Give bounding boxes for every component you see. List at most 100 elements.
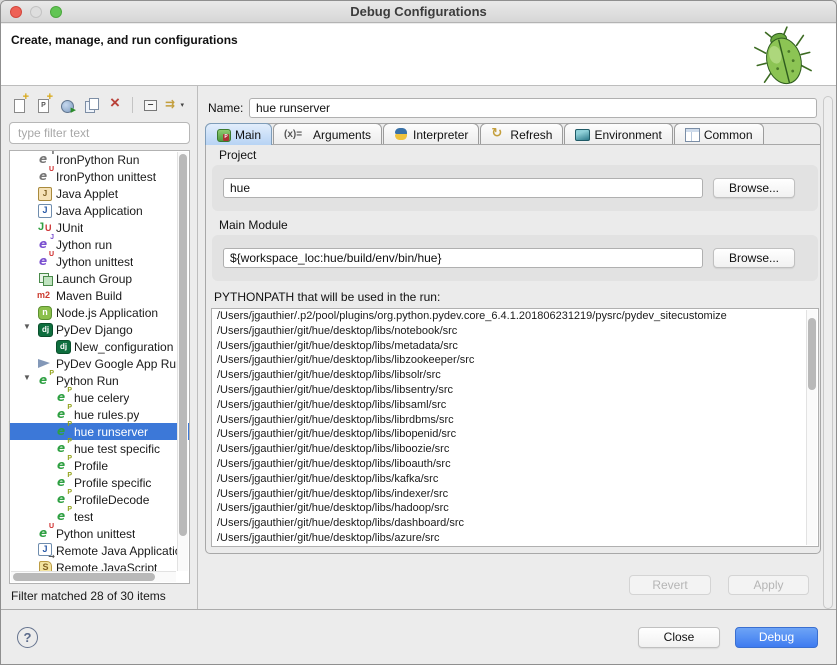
tree-item-test[interactable]: test — [10, 508, 189, 525]
tree-item-jython-unittest[interactable]: Jython unittest — [10, 253, 189, 270]
tree-item-node-js-application[interactable]: Node.js Application — [10, 304, 189, 321]
tree-item-label: Jython run — [56, 238, 112, 252]
tree-item-label: IronPython unittest — [56, 170, 156, 184]
expand-arrow-icon[interactable]: ▼ — [23, 373, 31, 382]
debug-configurations-dialog: Debug Configurations Create, manage, and… — [0, 0, 837, 665]
pythonpath-row[interactable]: /Users/jgauthier/git/hue/desktop/libs/az… — [212, 531, 818, 546]
tree-item-hue-rules-py[interactable]: hue rules.py — [10, 406, 189, 423]
help-button[interactable]: ? — [17, 627, 38, 648]
new-configuration-from-prototype-button[interactable] — [57, 96, 77, 114]
delete-configuration-button[interactable] — [105, 96, 125, 114]
tab-arguments[interactable]: (x)=Arguments — [273, 123, 382, 145]
duplicate-configuration-button[interactable] — [81, 96, 101, 114]
tab-label: Main — [235, 128, 261, 142]
collapse-all-button[interactable] — [140, 96, 160, 114]
tree-vertical-scrollbar-thumb[interactable] — [179, 154, 187, 536]
tab-label: Environment — [594, 128, 661, 142]
tree-item-pydev-google-app-run[interactable]: PyDev Google App Run — [10, 355, 189, 372]
i-pydev-django — [37, 322, 53, 337]
pythonpath-row[interactable]: /Users/jgauthier/git/hue/desktop/libs/no… — [212, 324, 818, 339]
pythonpath-row[interactable]: /Users/jgauthier/git/hue/desktop/libs/li… — [212, 383, 818, 398]
tab-main[interactable]: Main — [205, 123, 272, 145]
tree-item-maven-build[interactable]: Maven Build — [10, 287, 189, 304]
tree-item-label: IronPython Run — [56, 153, 139, 167]
panel-sash[interactable] — [197, 86, 198, 609]
main-module-input[interactable] — [223, 248, 703, 268]
tree-item-label: Jython unittest — [56, 255, 133, 269]
name-input[interactable] — [249, 98, 817, 118]
filter-launch-configurations-button[interactable]: ▾ — [164, 96, 184, 114]
tree-item-python-run[interactable]: ▼Python Run — [10, 372, 189, 389]
tb-new-config-icon — [11, 97, 27, 113]
pythonpath-row[interactable]: /Users/jgauthier/git/hue/desktop/libs/li… — [212, 398, 818, 413]
tree-item-hue-celery[interactable]: hue celery — [10, 389, 189, 406]
pythonpath-scrollbar[interactable] — [806, 310, 817, 545]
i-python-run — [55, 475, 71, 490]
tb-delete-icon — [107, 97, 123, 113]
tab-common[interactable]: Common — [674, 123, 764, 145]
config-toolbar: ▾ — [9, 95, 184, 115]
tree-item-ironpython-unittest[interactable]: IronPython unittest — [10, 168, 189, 185]
close-button[interactable]: Close — [638, 627, 720, 648]
i-java-application — [37, 203, 53, 218]
name-label: Name: — [208, 101, 243, 115]
pythonpath-scrollbar-thumb[interactable] — [808, 318, 816, 390]
main-module-browse-button[interactable]: Browse... — [713, 248, 795, 268]
pythonpath-row[interactable]: /Users/jgauthier/git/hue/desktop/libs/ka… — [212, 472, 818, 487]
revert-button[interactable]: Revert — [629, 575, 711, 595]
tree-item-pydev-django[interactable]: ▼PyDev Django — [10, 321, 189, 338]
tree-item-junit[interactable]: JUnit — [10, 219, 189, 236]
filter-input[interactable] — [9, 122, 190, 144]
tree-item-hue-runserver[interactable]: hue runserver — [10, 423, 189, 440]
pythonpath-row[interactable]: /Users/jgauthier/git/hue/desktop/libs/li… — [212, 413, 818, 428]
new-launch-prototype-button[interactable] — [33, 96, 53, 114]
debug-button[interactable]: Debug — [735, 627, 818, 648]
tab-environment[interactable]: Environment — [564, 123, 672, 145]
pythonpath-row[interactable]: /Users/jgauthier/git/hue/desktop/libs/li… — [212, 427, 818, 442]
title-bar[interactable]: Debug Configurations — [1, 1, 836, 23]
pythonpath-row[interactable]: /Users/jgauthier/git/hue/desktop/libs/in… — [212, 487, 818, 502]
tree-item-label: Java Application — [56, 204, 143, 218]
tree-item-new-configuration[interactable]: New_configuration — [10, 338, 189, 355]
expand-arrow-icon[interactable]: ▼ — [23, 322, 31, 331]
pythonpath-row[interactable]: /Users/jgauthier/.p2/pool/plugins/org.py… — [212, 309, 818, 324]
tree-item-hue-test-specific[interactable]: hue test specific — [10, 440, 189, 457]
tree-item-remote-java-application[interactable]: Remote Java Application — [10, 542, 189, 559]
zoom-window-button[interactable] — [50, 6, 62, 18]
pythonpath-row[interactable]: /Users/jgauthier/git/hue/desktop/libs/li… — [212, 368, 818, 383]
close-window-button[interactable] — [10, 6, 22, 18]
tree-item-python-unittest[interactable]: Python unittest — [10, 525, 189, 542]
pythonpath-row[interactable]: /Users/jgauthier/git/hue/desktop/libs/li… — [212, 442, 818, 457]
tree-item-profile[interactable]: Profile — [10, 457, 189, 474]
tree-item-java-application[interactable]: Java Application — [10, 202, 189, 219]
tree-item-profiledecode[interactable]: ProfileDecode — [10, 491, 189, 508]
tree-item-label: Profile — [74, 459, 108, 473]
tree-horizontal-scrollbar-thumb[interactable] — [13, 573, 155, 581]
tree-item-java-applet[interactable]: Java Applet — [10, 185, 189, 202]
tree-item-launch-group[interactable]: Launch Group — [10, 270, 189, 287]
pythonpath-row[interactable]: /Users/jgauthier/git/hue/desktop/libs/me… — [212, 339, 818, 354]
tree-vertical-scrollbar[interactable] — [177, 152, 188, 571]
minimize-window-button[interactable] — [30, 6, 42, 18]
tree-horizontal-scrollbar[interactable] — [11, 571, 176, 582]
pythonpath-row[interactable]: /Users/jgauthier/git/hue/desktop/libs/li… — [212, 353, 818, 368]
project-input[interactable] — [223, 178, 703, 198]
tb-launch-prototype-icon — [59, 97, 75, 113]
tab-refresh[interactable]: Refresh — [480, 123, 563, 145]
i-jython-run — [37, 237, 53, 252]
tab-interpreter[interactable]: Interpreter — [383, 123, 479, 145]
right-panel-scrollbar[interactable] — [823, 96, 833, 609]
pythonpath-row[interactable]: /Users/jgauthier/git/hue/desktop/libs/ha… — [212, 501, 818, 516]
pythonpath-row[interactable]: /Users/jgauthier/git/hue/desktop/libs/da… — [212, 516, 818, 531]
tree-item-label: ProfileDecode — [74, 493, 149, 507]
apply-button[interactable]: Apply — [728, 575, 809, 595]
new-launch-configuration-button[interactable] — [9, 96, 29, 114]
ti-main-icon — [216, 128, 230, 141]
tree-item-jython-run[interactable]: Jython run — [10, 236, 189, 253]
pythonpath-row[interactable]: /Users/jgauthier/git/hue/desktop/libs/li… — [212, 457, 818, 472]
project-browse-button[interactable]: Browse... — [713, 178, 795, 198]
tree-item-label: New_configuration — [74, 340, 173, 354]
toolbar-separator — [132, 97, 133, 113]
tree-item-ironpython-run[interactable]: IronPython Run — [10, 151, 189, 168]
tree-item-profile-specific[interactable]: Profile specific — [10, 474, 189, 491]
